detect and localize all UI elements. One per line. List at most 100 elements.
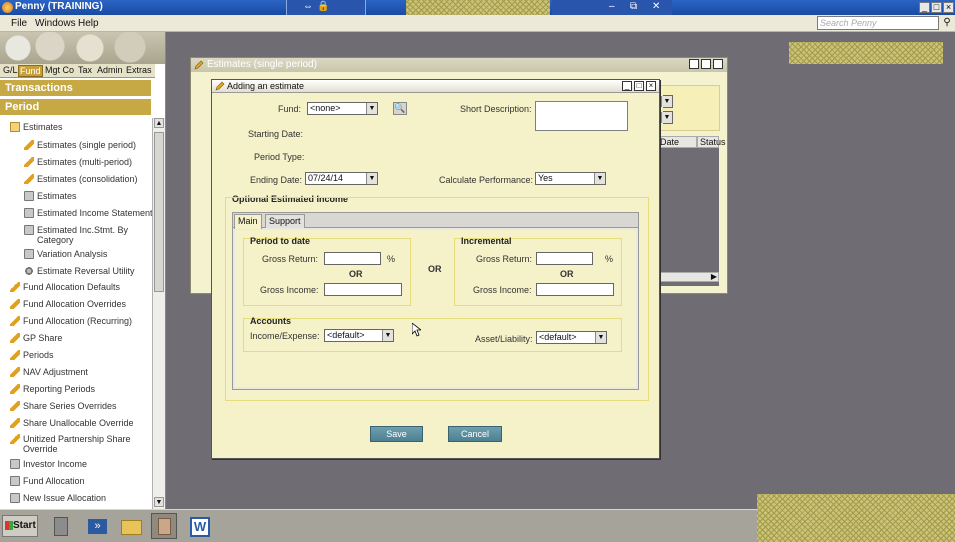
remote-session-controls: – ⧉ ✕	[552, 0, 672, 15]
lock-icon[interactable]: 🔒	[317, 1, 329, 12]
fund-select-value: <none>	[310, 103, 341, 113]
tab-admin[interactable]: Admin	[96, 65, 124, 77]
ptd-gross-return-input[interactable]	[324, 252, 381, 265]
tab-extras[interactable]: Extras	[125, 65, 153, 77]
close-button[interactable]: ×	[943, 2, 954, 13]
period-to-date-title: Period to date	[250, 236, 311, 246]
estimates-window-title-bar[interactable]: Estimates (single period) _ □ ×	[191, 58, 727, 72]
ending-date-field[interactable]: 07/24/14 ▼	[305, 172, 378, 185]
dialog-minimize-button[interactable]: _	[622, 81, 632, 91]
menu-help[interactable]: Help	[78, 18, 99, 29]
pencil-icon	[24, 157, 34, 167]
maximize-button[interactable]: □	[931, 2, 942, 13]
pencil-icon	[10, 316, 20, 326]
filter-select-2[interactable]: ▼	[661, 111, 673, 124]
scroll-down-icon[interactable]: ▼	[154, 497, 164, 507]
dialog-maximize-button[interactable]: □	[634, 81, 644, 91]
taskbar: Start » W	[0, 509, 757, 542]
penny-app-task-icon[interactable]	[151, 513, 177, 539]
tab-tax[interactable]: Tax	[77, 65, 93, 77]
server-manager-icon[interactable]	[49, 513, 75, 539]
remote-restore-icon[interactable]: ⧉	[630, 1, 637, 12]
calculate-performance-select[interactable]: Yes ▼	[535, 172, 606, 185]
tab-mgt-co[interactable]: Mgt Co	[44, 65, 75, 77]
inc-gross-return-input[interactable]	[536, 252, 593, 265]
search-input[interactable]: Search Penny	[817, 16, 939, 30]
sidebar-item-label: Estimated Income Statement	[37, 208, 153, 218]
tab-main-panel: Period to date Gross Return: % OR Gross …	[235, 230, 636, 387]
tab-support[interactable]: Support	[265, 214, 305, 228]
period-type-label: Period Type:	[254, 152, 305, 162]
chevron-down-icon: ▼	[595, 332, 606, 343]
powershell-icon[interactable]: »	[84, 513, 110, 539]
folder-icon	[10, 122, 20, 132]
grid-hscrollbar[interactable]: ▶	[657, 272, 719, 282]
income-expense-select[interactable]: <default> ▼	[324, 329, 394, 342]
sidebar-item-label: New Issue Allocation	[23, 493, 107, 503]
pencil-icon	[10, 384, 20, 394]
income-expense-value: <default>	[327, 330, 365, 340]
menu-bar: File Windows Help	[0, 15, 955, 32]
sidebar-scrollbar[interactable]: ▲ ▼	[152, 118, 165, 509]
sidebar-item-label: Share Series Overrides	[23, 401, 117, 411]
ending-date-value: 07/24/14	[308, 173, 344, 183]
inc-percent-label: %	[605, 254, 614, 264]
scroll-thumb[interactable]	[154, 132, 164, 292]
tab-fund[interactable]: Fund	[18, 65, 43, 77]
start-button[interactable]: Start	[2, 515, 38, 537]
minimize-button[interactable]: _	[919, 2, 930, 13]
remote-session-bar[interactable]: ⇔ 🔒	[286, 0, 366, 15]
section-period[interactable]: Period	[0, 99, 151, 115]
pin-icon[interactable]: ⇔	[303, 1, 313, 12]
income-expense-label: Income/Expense:	[250, 331, 320, 341]
sidebar-item-label: Periods	[23, 350, 54, 360]
app-logo-icon	[2, 2, 13, 13]
remote-minimize-icon[interactable]: –	[609, 1, 615, 12]
bg-close-button[interactable]: ×	[713, 59, 723, 69]
income-tabset: Main Support Period to date Gross Return…	[232, 212, 639, 390]
dialog-close-button[interactable]: ×	[646, 81, 656, 91]
menu-windows[interactable]: Windows	[35, 18, 76, 29]
section-transactions[interactable]: Transactions	[0, 80, 151, 96]
scroll-up-icon[interactable]: ▲	[154, 118, 164, 128]
filter-select-1[interactable]: ▼	[661, 95, 673, 108]
menu-file[interactable]: File	[11, 18, 27, 29]
printer-icon	[24, 191, 34, 201]
calendar-dropdown-icon: ▼	[366, 173, 377, 184]
bg-minimize-button[interactable]: _	[689, 59, 699, 69]
sidebar-item-label: Investor Income	[23, 459, 88, 469]
estimates-window-title: Estimates (single period)	[207, 59, 318, 70]
bg-maximize-button[interactable]: □	[701, 59, 711, 69]
asset-liability-select[interactable]: <default> ▼	[536, 331, 607, 344]
asset-liability-label: Asset/Liability:	[475, 334, 533, 344]
sidebar-item-label: Unitized Partnership Share Override	[23, 434, 131, 454]
col-date-header[interactable]: Date	[657, 136, 697, 148]
chevron-down-icon: ▼	[382, 330, 393, 341]
cancel-button[interactable]: Cancel	[448, 426, 502, 442]
save-button[interactable]: Save	[370, 426, 423, 442]
scroll-right-icon[interactable]: ▶	[711, 272, 717, 281]
sidebar-item-label: Fund Allocation	[23, 476, 85, 486]
word-icon[interactable]: W	[186, 513, 212, 539]
estimates-filter-panel: ▼ ▼	[658, 85, 720, 131]
sidebar-item-label: NAV Adjustment	[23, 367, 88, 377]
tab-gl[interactable]: G/L	[2, 65, 19, 77]
search-icon[interactable]: ⚲	[940, 16, 954, 30]
ptd-or-label: OR	[349, 269, 363, 279]
inc-gross-income-input[interactable]	[536, 283, 614, 296]
explorer-folder-icon[interactable]	[118, 513, 144, 539]
pencil-icon	[194, 60, 204, 70]
dialog-title-bar[interactable]: Adding an estimate _ □ ×	[212, 80, 659, 93]
ptd-percent-label: %	[387, 254, 396, 264]
tab-main[interactable]: Main	[234, 214, 262, 229]
short-description-field[interactable]	[535, 101, 628, 131]
pencil-icon	[10, 418, 20, 428]
pencil-icon	[24, 174, 34, 184]
sidebar-item-label: Estimates (multi-period)	[37, 157, 133, 167]
col-status-header[interactable]: Status	[697, 136, 726, 148]
pencil-icon	[10, 282, 20, 292]
remote-close-icon[interactable]: ✕	[652, 1, 660, 12]
fund-select[interactable]: <none> ▼	[307, 102, 378, 115]
fund-lookup-button[interactable]: 🔍	[393, 102, 407, 115]
ptd-gross-income-input[interactable]	[324, 283, 402, 296]
